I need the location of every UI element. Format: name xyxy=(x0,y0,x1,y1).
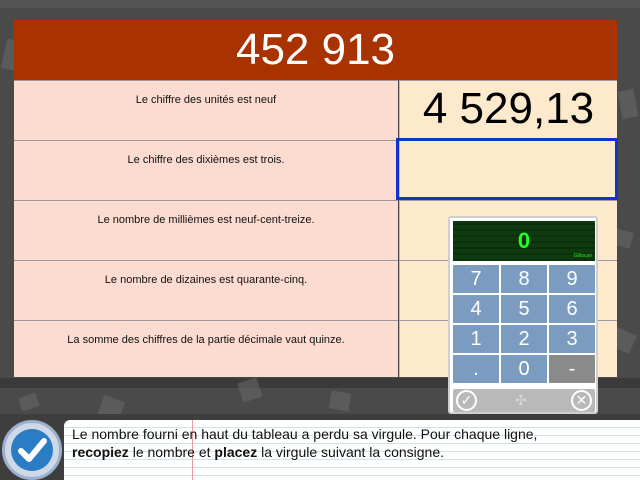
instruction-paper: Le nombre fourni en haut du tableau a pe… xyxy=(64,420,640,480)
move-icon[interactable]: ✣ xyxy=(515,392,527,409)
check-icon[interactable]: ✓ xyxy=(456,390,477,411)
keypad-brand: Gtitscan xyxy=(573,253,592,259)
close-icon[interactable]: ✕ xyxy=(571,390,592,411)
key-6[interactable]: 6 xyxy=(549,295,595,323)
key-0[interactable]: 0 xyxy=(501,355,547,383)
key-9[interactable]: 9 xyxy=(549,265,595,293)
validate-button[interactable] xyxy=(2,420,62,480)
key-minus[interactable]: - xyxy=(549,355,595,383)
key-7[interactable]: 7 xyxy=(453,265,499,293)
check-icon xyxy=(11,429,53,471)
keypad-toolbar: ✓ ✣ ✕ xyxy=(453,389,595,412)
consigne-cell: Le chiffre des unités est neuf xyxy=(14,80,398,140)
numeric-keypad: 0 Gtitscan 7 8 9 4 5 6 1 2 3 . 0 - ✓ ✣ ✕ xyxy=(448,216,598,414)
consigne-cell: Le chiffre des dixièmes est trois. xyxy=(14,140,398,200)
active-answer-highlight[interactable] xyxy=(396,138,618,200)
consigne-cell: Le nombre de millièmes est neuf-cent-tre… xyxy=(14,200,398,260)
key-5[interactable]: 5 xyxy=(501,295,547,323)
answer-cell[interactable]: 4 529,13 xyxy=(399,80,617,140)
consigne-cell: La somme des chiffres de la partie décim… xyxy=(14,320,398,377)
key-3[interactable]: 3 xyxy=(549,325,595,353)
key-2[interactable]: 2 xyxy=(501,325,547,353)
key-4[interactable]: 4 xyxy=(453,295,499,323)
title-number: 452 913 xyxy=(14,20,617,80)
table-row: Le chiffre des unités est neuf 4 529,13 xyxy=(14,80,617,140)
key-decimal[interactable]: . xyxy=(453,355,499,383)
keypad-display: 0 Gtitscan xyxy=(453,221,595,261)
key-1[interactable]: 1 xyxy=(453,325,499,353)
instruction-text: Le nombre fourni en haut du tableau a pe… xyxy=(72,426,538,460)
answer-value: 4 529,13 xyxy=(422,84,595,133)
key-8[interactable]: 8 xyxy=(501,265,547,293)
consigne-cell: Le nombre de dizaines est quarante-cinq. xyxy=(14,260,398,320)
